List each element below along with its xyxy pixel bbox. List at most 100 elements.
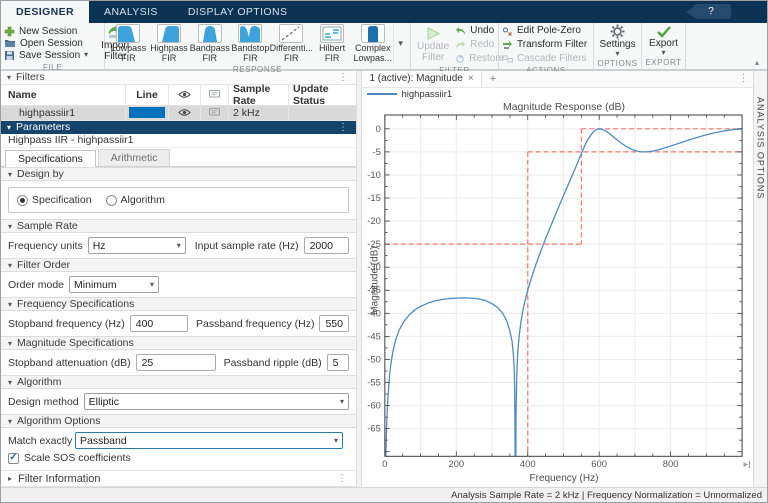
- collapse-right-icon[interactable]: [742, 460, 751, 469]
- filter-order-section-header[interactable]: ▾ Filter Order: [1, 258, 356, 272]
- line-swatch[interactable]: [129, 107, 165, 118]
- update-filter-button[interactable]: Update Filter: [414, 26, 452, 63]
- filters-table-header: Name Line Sample Rate Update Status: [1, 83, 356, 107]
- parameters-panel-header[interactable]: ▾ Parameters ⋮: [1, 120, 356, 134]
- lowpass-fir-button[interactable]: Lowpass FIR: [108, 24, 149, 64]
- bandstop-fir-button[interactable]: Bandstop FIR: [230, 24, 271, 64]
- match-exactly-select[interactable]: Passband ▾: [75, 432, 343, 449]
- edit-pole-zero-button[interactable]: Edit Pole-Zero: [502, 24, 587, 37]
- tab-designer[interactable]: DESIGNER: [1, 1, 90, 23]
- close-tab-icon[interactable]: ×: [468, 73, 474, 84]
- filter-information-menu-icon[interactable]: ⋮: [335, 473, 349, 484]
- match-exactly-label: Match exactly: [8, 434, 73, 447]
- input-sample-rate-field[interactable]: 2000: [303, 237, 349, 254]
- radio-specification[interactable]: Specification: [17, 194, 92, 206]
- passband-frequency-label: Passband frequency (Hz): [195, 317, 315, 330]
- ribbon-section-export: Export ▾ EXPORT: [642, 23, 686, 69]
- complex-lowpass-button[interactable]: Complex Lowpas...: [352, 24, 393, 64]
- parameters-menu-icon[interactable]: ⋮: [336, 122, 350, 133]
- figure-tabbar: 1 (active): Magnitude × + ⋮: [362, 71, 754, 88]
- figure-panel: 1 (active): Magnitude × + ⋮ highpassiir1…: [362, 71, 754, 487]
- passband-frequency-field[interactable]: 550: [319, 315, 349, 332]
- svg-text:800: 800: [663, 459, 679, 470]
- restore-button[interactable]: Restore: [455, 52, 504, 65]
- undo-icon: [456, 26, 466, 35]
- ribbon-section-options: Settings ▾ OPTIONS: [594, 23, 642, 69]
- filter-table-row[interactable]: highpassiir1 2 kHz: [1, 105, 356, 121]
- caret-down-icon: ▾: [398, 38, 403, 49]
- help-button[interactable]: ?: [686, 4, 731, 19]
- ribbon-section-actions: Edit Pole-Zero Transform Filter Cascade …: [499, 23, 594, 75]
- analysis-options-strip[interactable]: ANALYSIS OPTIONS: [753, 71, 767, 487]
- section-label-export: EXPORT: [645, 58, 682, 67]
- collapse-ribbon-button[interactable]: ▴: [751, 58, 763, 67]
- caret-down-icon: ▾: [339, 396, 344, 406]
- gear-icon: [610, 24, 625, 39]
- section-label-options: OPTIONS: [597, 59, 638, 68]
- stopband-attenuation-field[interactable]: 25: [135, 354, 216, 371]
- order-mode-select[interactable]: Minimum ▾: [69, 276, 160, 293]
- annotation-icon: [209, 90, 220, 98]
- chart-ylabel: Magnitude (dB): [369, 246, 381, 315]
- cascade-filters-button[interactable]: Cascade Filters: [502, 52, 587, 65]
- visibility-eye-icon[interactable]: [178, 108, 191, 117]
- svg-text:-10: -10: [368, 170, 382, 181]
- save-session-caret-icon[interactable]: ▾: [84, 51, 88, 59]
- filter-designer-window: DESIGNER ANALYSIS DISPLAY OPTIONS ? New …: [0, 0, 768, 503]
- algorithm-options-section-header[interactable]: ▾ Algorithm Options: [1, 414, 356, 428]
- ribbon: New Session Open Session Save Session ▾: [1, 23, 767, 75]
- design-by-group: Specification Algorithm: [8, 187, 349, 213]
- radio-algorithm[interactable]: Algorithm: [105, 194, 165, 206]
- svg-text:-65: -65: [368, 423, 382, 434]
- pole-zero-icon: [503, 27, 512, 36]
- export-button[interactable]: Export ▾: [646, 25, 681, 57]
- passband-ripple-field[interactable]: 5: [326, 354, 349, 371]
- magnitude-specs-section-header[interactable]: ▾ Magnitude Specifications: [1, 336, 356, 350]
- transform-filter-button[interactable]: Transform Filter: [502, 38, 587, 51]
- analysis-options-label: ANALYSIS OPTIONS: [755, 97, 766, 200]
- sample-rate-section-header[interactable]: ▾ Sample Rate: [1, 219, 356, 233]
- frequency-units-select[interactable]: Hz ▾: [87, 237, 186, 254]
- figure-menu-icon[interactable]: ⋮: [736, 73, 753, 84]
- tab-specifications[interactable]: Specifications: [5, 150, 96, 167]
- undo-button[interactable]: Undo: [455, 24, 504, 37]
- response-gallery-expand-button[interactable]: ▾: [393, 24, 407, 64]
- hilbert-fir-button[interactable]: Hilbert FIR: [312, 24, 353, 64]
- stopband-frequency-field[interactable]: 400: [129, 315, 188, 332]
- stopband-frequency-label: Stopband frequency (Hz): [8, 317, 125, 330]
- bandpass-fir-button[interactable]: Bandpass FIR: [189, 24, 230, 64]
- tab-analysis[interactable]: ANALYSIS: [89, 1, 173, 23]
- differentiator-fir-button[interactable]: Differenti... FIR: [270, 24, 313, 64]
- highpass-fir-button[interactable]: Highpass FIR: [149, 24, 190, 64]
- save-session-button[interactable]: Save Session ▾: [4, 49, 88, 61]
- update-status-cell: [289, 106, 356, 120]
- open-folder-icon: [5, 40, 15, 47]
- filter-information-header[interactable]: ▸ Filter Information ⋮: [1, 470, 356, 487]
- design-method-select[interactable]: Elliptic ▾: [83, 393, 349, 410]
- annotation-icon[interactable]: [209, 108, 220, 117]
- chart-xlabel: Frequency (Hz): [529, 473, 599, 485]
- settings-button[interactable]: Settings ▾: [596, 24, 638, 58]
- collapse-triangle-icon: ▾: [7, 72, 12, 82]
- design-by-section-header[interactable]: ▾ Design by: [1, 167, 356, 181]
- svg-text:-55: -55: [368, 377, 382, 388]
- open-session-button[interactable]: Open Session: [4, 37, 88, 49]
- input-sample-rate-label: Input sample rate (Hz): [194, 239, 299, 252]
- parameters-subtitle: Highpass IIR - highpassiir1: [1, 134, 356, 148]
- help-icon: ?: [708, 6, 714, 17]
- redo-button[interactable]: Redo: [455, 38, 504, 51]
- figure-tab-magnitude[interactable]: 1 (active): Magnitude ×: [362, 71, 482, 87]
- new-session-button[interactable]: New Session: [4, 25, 88, 37]
- frequency-specs-section-header[interactable]: ▾ Frequency Specifications: [1, 297, 356, 311]
- chart-title: Magnitude Response (dB): [502, 100, 625, 113]
- scale-sos-checkbox[interactable]: ✓: [8, 452, 19, 464]
- filter-name-cell: highpassiir1: [1, 105, 126, 120]
- algorithm-section-header[interactable]: ▾ Algorithm: [1, 375, 356, 389]
- svg-text:600: 600: [592, 459, 608, 470]
- differentiator-response-icon: [279, 24, 304, 43]
- tab-display-options[interactable]: DISPLAY OPTIONS: [173, 1, 303, 23]
- transform-filter-icon: [503, 40, 512, 49]
- tab-arithmetic[interactable]: Arithmetic: [97, 149, 171, 166]
- new-figure-tab-button[interactable]: +: [482, 73, 504, 85]
- hilbert-response-icon: [320, 24, 345, 43]
